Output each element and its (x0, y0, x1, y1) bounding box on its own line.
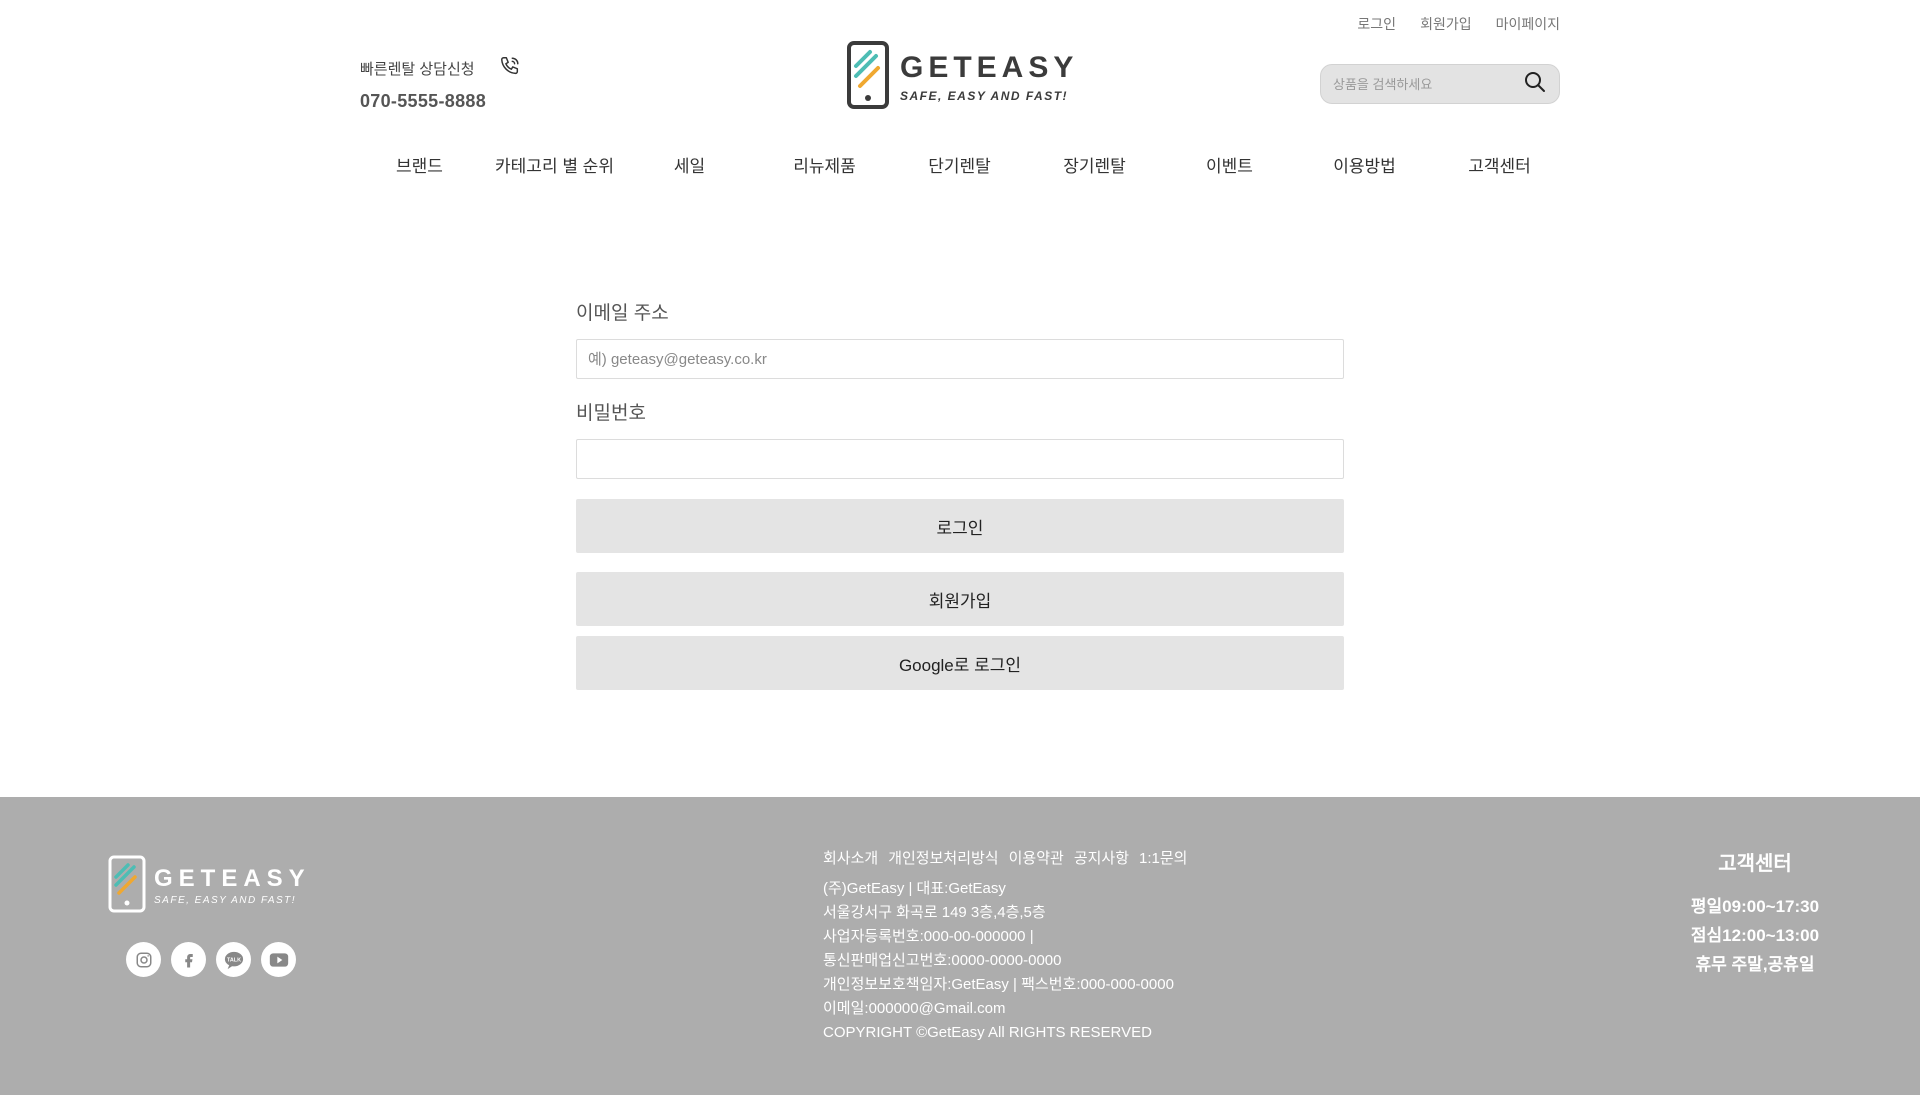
email-field[interactable] (576, 339, 1344, 379)
footer-links: 회사소개 개인정보처리방식 이용약관 공지사항 1:1문의 (823, 847, 1187, 871)
facebook-icon[interactable] (171, 942, 206, 977)
footer-link-terms[interactable]: 이용약관 (1009, 847, 1064, 871)
footer-logo-mark-icon (108, 855, 146, 918)
youtube-icon[interactable] (261, 942, 296, 977)
email-label: 이메일 주소 (576, 303, 669, 324)
main-nav: 브랜드 카테고리 별 순위 세일 리뉴제품 단기렌탈 장기렌탈 이벤트 이용방법… (352, 152, 1568, 177)
phone-icon[interactable] (499, 55, 521, 81)
svg-text:TALK: TALK (226, 957, 240, 963)
logo-title: GETEASY (900, 50, 1079, 84)
holiday-hours: 휴무 주말,공휴일 (1695, 955, 1815, 974)
top-link-login[interactable]: 로그인 (1357, 14, 1396, 34)
logo-mark-icon (846, 40, 890, 115)
nav-item-short-rental[interactable]: 단기렌탈 (892, 152, 1027, 177)
nav-item-renewed[interactable]: 리뉴제품 (757, 152, 892, 177)
quick-rental-label[interactable]: 빠른렌탈 상담신청 (360, 58, 475, 79)
nav-item-long-rental[interactable]: 장기렌탈 (1027, 152, 1162, 177)
privacy-officer-line: 개인정보보호책임자:GetEasy | 팩스번호:000-000-0000 (823, 976, 1174, 993)
footer-logo-title: GETEASY (154, 865, 311, 892)
top-link-signup[interactable]: 회원가입 (1420, 14, 1472, 34)
search-box (1320, 64, 1560, 104)
instagram-icon[interactable] (126, 942, 161, 977)
login-button[interactable]: 로그인 (576, 499, 1344, 553)
login-form: 이메일 주소 비밀번호 로그인 회원가입 Google로 로그인 (576, 298, 1344, 690)
address-line: 서울강서구 화곡로 149 3층,4층,5층 (823, 904, 1046, 921)
business-number-line: 사업자등록번호:000-00-000000 | (823, 928, 1034, 945)
company-name-line: (주)GetEasy | 대표:GetEasy (823, 880, 1006, 897)
nav-item-customer-center[interactable]: 고객센터 (1432, 152, 1567, 177)
nav-item-event[interactable]: 이벤트 (1162, 152, 1297, 177)
phone-number: 070-5555-8888 (360, 91, 487, 111)
footer-link-privacy[interactable]: 개인정보처리방식 (888, 847, 998, 871)
social-links: TALK (126, 942, 296, 977)
top-links: 로그인 회원가입 마이페이지 (1357, 14, 1560, 34)
weekday-hours: 평일09:00~17:30 (1690, 897, 1820, 916)
customer-center-title: 고객센터 (1718, 853, 1792, 875)
lunch-hours: 점심12:00~13:00 (1690, 926, 1820, 945)
nav-item-how-to-use[interactable]: 이용방법 (1297, 152, 1432, 177)
copyright-line: COPYRIGHT ©GetEasy All RIGHTS RESERVED (823, 1024, 1152, 1041)
search-input[interactable] (1333, 76, 1523, 92)
footer: GETEASY SAFE, EASY AND FAST! TALK 회사소개 개… (0, 797, 1920, 1095)
password-label: 비밀번호 (576, 403, 646, 424)
nav-item-category-ranking[interactable]: 카테고리 별 순위 (487, 152, 622, 177)
nav-item-brand[interactable]: 브랜드 (352, 152, 487, 177)
footer-logo-subtitle: SAFE, EASY AND FAST! (154, 895, 297, 906)
logo-subtitle: SAFE, EASY AND FAST! (900, 88, 1069, 103)
kakaotalk-icon[interactable]: TALK (216, 942, 251, 977)
footer-link-about[interactable]: 회사소개 (823, 847, 878, 871)
footer-logo[interactable]: GETEASY SAFE, EASY AND FAST! (108, 855, 311, 918)
search-icon[interactable] (1523, 70, 1547, 99)
site-logo[interactable]: GETEASY SAFE, EASY AND FAST! (846, 40, 1078, 115)
company-info: 회사소개 개인정보처리방식 이용약관 공지사항 1:1문의 (주)GetEasy… (823, 847, 1187, 1045)
password-field[interactable] (576, 439, 1344, 479)
top-link-mypage[interactable]: 마이페이지 (1496, 14, 1560, 34)
customer-center: 고객센터 평일09:00~17:30 점심12:00~13:00 휴무 주말,공… (1610, 847, 1900, 979)
google-login-button[interactable]: Google로 로그인 (576, 636, 1344, 690)
quick-rental-contact: 빠른렌탈 상담신청 070-5555-8888 (360, 55, 521, 112)
mail-order-number-line: 통신판매업신고번호:0000-0000-0000 (823, 952, 1062, 969)
nav-item-sale[interactable]: 세일 (622, 152, 757, 177)
email-line: 이메일:000000@Gmail.com (823, 1000, 1006, 1017)
signup-button[interactable]: 회원가입 (576, 572, 1344, 626)
footer-link-notice[interactable]: 공지사항 (1074, 847, 1129, 871)
footer-link-inquiry[interactable]: 1:1문의 (1139, 847, 1187, 871)
